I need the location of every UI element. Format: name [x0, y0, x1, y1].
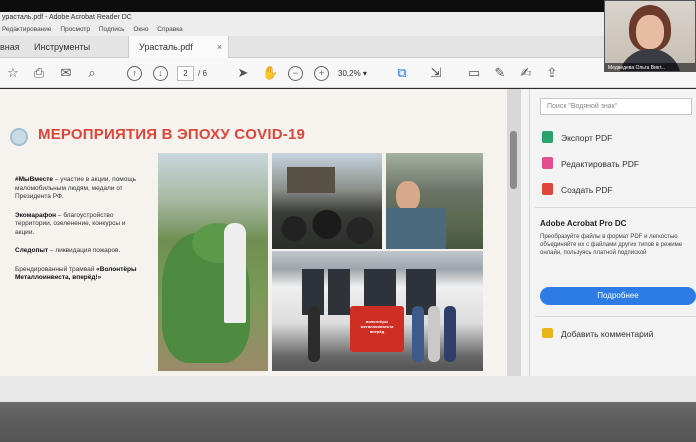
bottom-dark-area — [0, 402, 696, 442]
divider — [535, 207, 696, 208]
person — [308, 306, 320, 362]
truck — [287, 167, 335, 193]
person — [412, 306, 424, 362]
speaker-name: Медведева Ольга Викт... — [605, 63, 695, 71]
comment-icon — [542, 328, 553, 338]
photo-green-bear — [158, 153, 268, 371]
covid-icon — [10, 128, 28, 146]
tab-tools[interactable]: Инструменты — [34, 36, 90, 58]
scroll-mode-icon[interactable]: ⇲ — [428, 64, 444, 82]
slide-title: МЕРОПРИЯТИЯ В ЭПОХУ COVID-19 — [38, 126, 306, 143]
comment-icon[interactable]: ▭ — [466, 64, 482, 82]
scrollbar-thumb[interactable] — [510, 131, 517, 189]
menu-edit[interactable]: Редактирование — [2, 26, 52, 33]
tram-banner-text: волонтёры металлоинвеста вперёд — [360, 319, 394, 334]
bullet-bold: Экомарафон — [15, 211, 57, 219]
page-number-input[interactable]: 2 — [177, 66, 194, 81]
export-pdf-icon — [542, 131, 553, 143]
zoom-level[interactable]: 30,2% ▾ — [338, 66, 378, 81]
tab-home[interactable]: вная — [0, 36, 20, 58]
volunteer-vest — [386, 208, 446, 249]
person — [444, 306, 456, 362]
bullet-item: Брендированный трамвай «Волонтёры Металл… — [15, 266, 143, 283]
hand-icon[interactable]: ✋ — [262, 64, 278, 82]
photo-volunteers — [386, 153, 483, 249]
vertical-scrollbar[interactable] — [507, 89, 520, 376]
page-total: / 6 — [198, 69, 207, 78]
menu-bar: Редактирование Просмотр Подпись Окно Спр… — [0, 23, 696, 36]
webcam-overlay: Медведева Ольга Викт... — [604, 0, 696, 72]
zoom-in-icon[interactable]: + — [314, 66, 329, 81]
fit-page-icon[interactable]: ⧉ — [394, 64, 410, 82]
tool-create-pdf[interactable]: Создать PDF — [542, 183, 613, 197]
top-strip — [0, 0, 696, 12]
photo-trash-bags — [272, 153, 382, 249]
learn-more-button[interactable]: Подробнее — [540, 287, 696, 305]
print-icon[interactable]: ⎙ — [31, 64, 47, 82]
volunteer-face — [396, 181, 420, 211]
volunteer-figure — [224, 223, 246, 323]
close-icon[interactable]: × — [217, 42, 222, 52]
bullet-list: #МыВместе – участие в акции, помощь мало… — [15, 176, 143, 293]
person — [428, 306, 440, 362]
tool-label: Экспорт PDF — [561, 133, 613, 143]
tools-search-input[interactable]: Поиск "Водяной знак" — [540, 98, 692, 115]
add-comment-tool[interactable]: Добавить комментарий — [542, 328, 653, 339]
page-down-icon[interactable]: ↓ — [153, 66, 168, 81]
pane-divider[interactable] — [529, 89, 530, 376]
bullet-item: Экомарафон – благоустройство территории,… — [15, 212, 143, 238]
tool-edit-pdf[interactable]: Редактировать PDF — [542, 157, 639, 171]
tool-label: Создать PDF — [561, 185, 613, 195]
photo-tram: волонтёры металлоинвеста вперёд — [272, 251, 483, 371]
promo-title: Adobe Acrobat Pro DC — [540, 219, 627, 228]
mail-icon[interactable]: ✉ — [58, 64, 74, 82]
tram-window — [328, 269, 350, 315]
screen: урасталь.pdf - Adobe Acrobat Reader DC Р… — [0, 0, 696, 442]
page-up-icon[interactable]: ↑ — [127, 66, 142, 81]
promo-text: Преобразуйте файлы в формат PDF и легкос… — [540, 234, 683, 256]
bullet-bold: #МыВместе — [15, 176, 54, 183]
bullet-item: Следопыт – ликвидация пожаров. — [15, 247, 143, 256]
tab-document[interactable]: Урасталь.pdf × — [128, 36, 230, 58]
toolbar: ☆ ⎙ ✉ ⌕ ↑ ↓ 2 / 6 ➤ ✋ − + 30,2% ▾ ⧉ ⇲ ▭ … — [0, 58, 696, 88]
pdf-page: МЕРОПРИЯТИЯ В ЭПОХУ COVID-19 #МыВместе –… — [0, 89, 507, 376]
speaker-face — [636, 15, 664, 49]
zoom-value: 30,2% — [338, 69, 361, 78]
trash-bags — [272, 208, 382, 249]
star-icon[interactable]: ☆ — [5, 64, 21, 82]
search-icon[interactable]: ⌕ — [84, 64, 100, 82]
bullet-bold: Следопыт — [15, 247, 49, 254]
tab-document-label: Урасталь.pdf — [139, 42, 193, 52]
bullet-item: #МыВместе – участие в акции, помощь мало… — [15, 176, 143, 202]
edit-pdf-icon — [542, 157, 553, 169]
zoom-out-icon[interactable]: − — [288, 66, 303, 81]
share-icon[interactable]: ⇪ — [544, 64, 560, 82]
menu-help[interactable]: Справка — [157, 26, 183, 33]
bullet-text: Брендированный трамвай — [15, 265, 97, 273]
window-title: урасталь.pdf - Adobe Acrobat Reader DC — [0, 12, 696, 23]
tab-bar: вная Инструменты Урасталь.pdf × — [0, 36, 696, 58]
pen-icon[interactable]: ✎ — [492, 64, 508, 82]
cursor-icon[interactable]: ➤ — [236, 64, 250, 82]
menu-window[interactable]: Окно — [133, 26, 148, 33]
bullet-text: – ликвидация пожаров. — [48, 247, 121, 254]
tool-label: Редактировать PDF — [561, 159, 640, 169]
bottom-bar — [0, 376, 696, 402]
menu-view[interactable]: Просмотр — [60, 26, 90, 33]
comment-label: Добавить комментарий — [561, 329, 654, 339]
menu-sign[interactable]: Подпись — [99, 26, 125, 33]
create-pdf-icon — [542, 183, 553, 195]
divider — [535, 316, 696, 317]
sign-icon[interactable]: ✍ — [518, 64, 534, 82]
tool-export-pdf[interactable]: Экспорт PDF — [542, 131, 612, 145]
document-area[interactable]: МЕРОПРИЯТИЯ В ЭПОХУ COVID-19 #МыВместе –… — [0, 89, 520, 376]
